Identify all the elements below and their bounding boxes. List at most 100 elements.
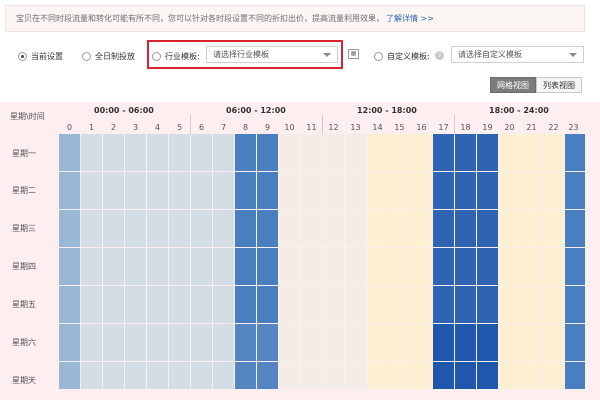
time-cell[interactable] xyxy=(345,362,366,389)
time-cell[interactable] xyxy=(521,172,542,209)
time-cell[interactable] xyxy=(521,210,542,247)
time-cell[interactable] xyxy=(521,286,542,323)
custom-template-select[interactable]: 请选择自定义模板 xyxy=(451,46,584,63)
time-cell[interactable] xyxy=(257,362,278,389)
time-cell[interactable] xyxy=(499,210,520,247)
time-cell[interactable] xyxy=(367,134,388,171)
time-cell[interactable] xyxy=(323,362,344,389)
time-cell[interactable] xyxy=(367,172,388,209)
industry-template-select[interactable]: 请选择行业模板 xyxy=(206,46,338,63)
time-cell[interactable] xyxy=(389,324,410,361)
time-cell[interactable] xyxy=(543,324,564,361)
time-cell[interactable] xyxy=(235,134,256,171)
time-cell[interactable] xyxy=(301,248,322,285)
time-cell[interactable] xyxy=(169,210,190,247)
time-cell[interactable] xyxy=(433,134,454,171)
time-cell[interactable] xyxy=(125,324,146,361)
time-cell[interactable] xyxy=(103,324,124,361)
time-cell[interactable] xyxy=(433,172,454,209)
time-cell[interactable] xyxy=(147,362,168,389)
time-cell[interactable] xyxy=(499,286,520,323)
time-cell[interactable] xyxy=(169,134,190,171)
grid-view-button[interactable]: 网格视图 xyxy=(490,77,536,93)
time-cell[interactable] xyxy=(323,210,344,247)
time-cell[interactable] xyxy=(279,248,300,285)
time-cell[interactable] xyxy=(257,248,278,285)
time-cell[interactable] xyxy=(235,362,256,389)
time-cell[interactable] xyxy=(345,286,366,323)
time-cell[interactable] xyxy=(169,362,190,389)
time-cell[interactable] xyxy=(301,210,322,247)
time-cell[interactable] xyxy=(323,172,344,209)
time-cell[interactable] xyxy=(499,362,520,389)
time-cell[interactable] xyxy=(433,210,454,247)
time-cell[interactable] xyxy=(213,172,234,209)
time-cell[interactable] xyxy=(147,286,168,323)
time-cell[interactable] xyxy=(411,134,432,171)
time-cell[interactable] xyxy=(433,362,454,389)
time-cell[interactable] xyxy=(499,324,520,361)
time-cell[interactable] xyxy=(345,248,366,285)
time-cell[interactable] xyxy=(323,286,344,323)
time-cell[interactable] xyxy=(169,286,190,323)
time-cell[interactable] xyxy=(191,248,212,285)
time-cell[interactable] xyxy=(169,324,190,361)
time-cell[interactable] xyxy=(235,286,256,323)
time-cell[interactable] xyxy=(59,172,80,209)
time-cell[interactable] xyxy=(301,286,322,323)
time-cell[interactable] xyxy=(433,324,454,361)
time-cell[interactable] xyxy=(565,362,585,389)
time-cell[interactable] xyxy=(565,324,585,361)
time-cell[interactable] xyxy=(103,362,124,389)
help-icon[interactable]: ? xyxy=(435,51,444,60)
time-cell[interactable] xyxy=(301,172,322,209)
calendar-icon[interactable]: ▦ xyxy=(348,49,359,59)
time-cell[interactable] xyxy=(257,172,278,209)
time-cell[interactable] xyxy=(147,248,168,285)
time-cell[interactable] xyxy=(411,248,432,285)
time-cell[interactable] xyxy=(367,248,388,285)
time-cell[interactable] xyxy=(257,324,278,361)
time-cell[interactable] xyxy=(125,134,146,171)
time-cell[interactable] xyxy=(455,248,476,285)
time-cell[interactable] xyxy=(125,172,146,209)
time-cell[interactable] xyxy=(455,134,476,171)
time-cell[interactable] xyxy=(279,172,300,209)
time-cell[interactable] xyxy=(81,248,102,285)
time-cell[interactable] xyxy=(389,286,410,323)
time-cell[interactable] xyxy=(411,210,432,247)
time-cell[interactable] xyxy=(81,362,102,389)
time-cell[interactable] xyxy=(81,324,102,361)
time-cell[interactable] xyxy=(323,324,344,361)
radio-all-day[interactable]: 全日制投放 xyxy=(82,51,135,62)
radio-industry-template[interactable]: 行业模板: xyxy=(152,51,200,62)
time-cell[interactable] xyxy=(367,362,388,389)
time-cell[interactable] xyxy=(169,248,190,285)
time-cell[interactable] xyxy=(301,362,322,389)
time-cell[interactable] xyxy=(301,134,322,171)
time-cell[interactable] xyxy=(565,210,585,247)
time-cell[interactable] xyxy=(543,248,564,285)
time-cell[interactable] xyxy=(345,172,366,209)
time-cell[interactable] xyxy=(191,324,212,361)
time-cell[interactable] xyxy=(147,134,168,171)
time-cell[interactable] xyxy=(499,134,520,171)
radio-current-setting[interactable]: 当前设置 xyxy=(18,51,63,62)
time-cell[interactable] xyxy=(543,362,564,389)
time-cell[interactable] xyxy=(521,134,542,171)
time-cell[interactable] xyxy=(389,362,410,389)
time-cell[interactable] xyxy=(455,172,476,209)
time-cell[interactable] xyxy=(389,210,410,247)
time-cell[interactable] xyxy=(389,134,410,171)
time-cell[interactable] xyxy=(389,172,410,209)
time-cell[interactable] xyxy=(59,210,80,247)
time-cell[interactable] xyxy=(455,324,476,361)
time-cell[interactable] xyxy=(477,286,498,323)
time-cell[interactable] xyxy=(213,134,234,171)
time-cell[interactable] xyxy=(59,134,80,171)
time-cell[interactable] xyxy=(521,362,542,389)
time-cell[interactable] xyxy=(257,134,278,171)
time-cell[interactable] xyxy=(279,324,300,361)
time-cell[interactable] xyxy=(367,286,388,323)
time-cell[interactable] xyxy=(213,324,234,361)
